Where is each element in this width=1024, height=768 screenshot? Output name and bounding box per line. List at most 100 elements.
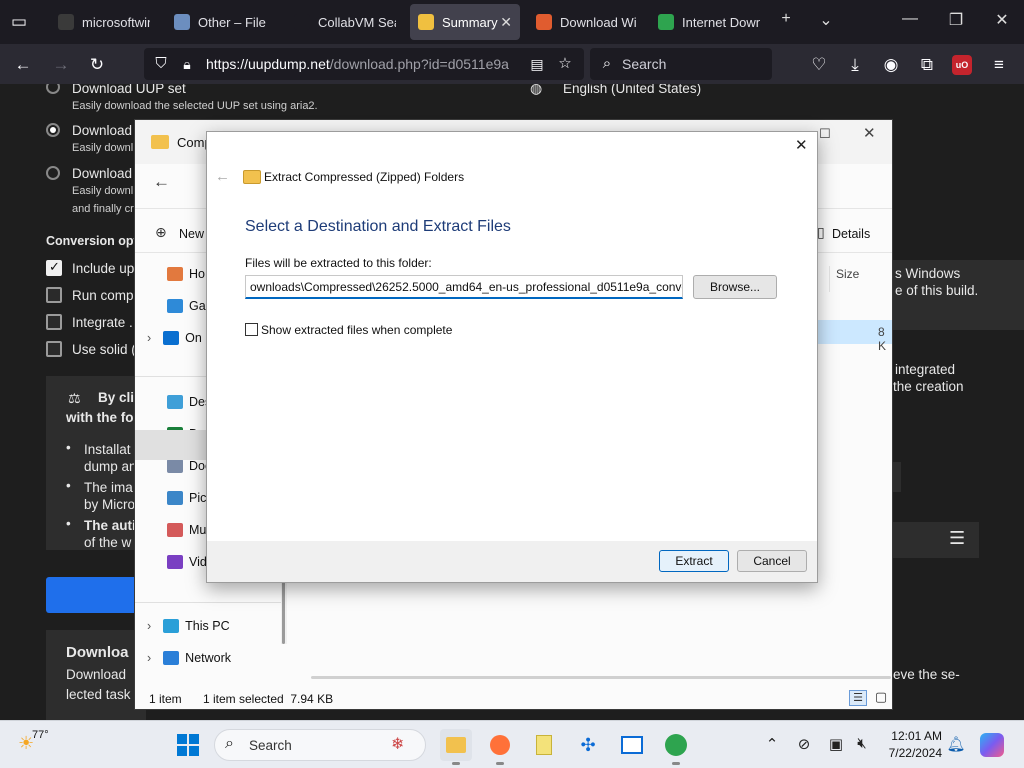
app-taskbar-icon[interactable]: ✣ (572, 729, 604, 761)
cancel-button[interactable]: Cancel (737, 550, 807, 572)
create-download-package-button[interactable] (46, 577, 146, 613)
nav-item-1[interactable]: Gal (167, 291, 208, 321)
maximize-button[interactable]: ❐ (944, 10, 968, 30)
new-tab-button[interactable]: + (774, 10, 798, 28)
browser-tab-4[interactable]: Download Win (528, 4, 644, 40)
nav-item-10[interactable]: › Network (147, 643, 231, 673)
url-bar[interactable]: ⛉ 🔒︎ https://uupdump.net/download.php?id… (144, 48, 584, 80)
right-text-4: the creation (893, 379, 964, 394)
explorer-details-button[interactable]: Details (832, 227, 870, 241)
taskbar-search-box[interactable]: ⌕ Search ❄ (214, 729, 426, 761)
browser-tab-5[interactable]: Internet Down (650, 4, 768, 40)
browser-tab-1[interactable]: Other – File D (166, 4, 278, 40)
back-arrow-icon[interactable]: ← (12, 54, 34, 76)
right-select-edge[interactable] (893, 462, 901, 492)
show-hidden-icons-chevron-icon[interactable]: ⌃ (762, 735, 782, 755)
dialog-footer: Extract Cancel (207, 541, 817, 582)
reader-view-icon[interactable]: ▤ (526, 53, 548, 75)
language-label: English (United States) (563, 84, 702, 96)
url-text[interactable]: https://uupdump.net/download.php?id=d051… (206, 56, 516, 72)
search-placeholder: Search (622, 56, 667, 72)
horizontal-scrollbar[interactable] (311, 676, 891, 679)
file-explorer-taskbar-icon[interactable] (440, 729, 472, 765)
radio-download-convert[interactable] (46, 123, 60, 137)
globe-icon: ◍ (530, 84, 543, 96)
nav-item-9[interactable]: › This PC (147, 611, 230, 641)
clock-time[interactable]: 12:01 AM (880, 729, 942, 743)
nav-item-2[interactable]: › On (147, 323, 202, 353)
reload-icon[interactable]: ↻ (86, 54, 108, 76)
file-row-selected[interactable]: 8 K (818, 320, 892, 353)
browser-tab-0[interactable]: microsoftwind (50, 4, 158, 40)
show-extracted-checkbox[interactable] (245, 323, 258, 336)
start-button[interactable] (172, 729, 204, 761)
pocket-icon[interactable]: ♡ (808, 54, 830, 76)
close-window-button[interactable]: ✕ (990, 10, 1014, 30)
expand-chevron-icon[interactable]: › (147, 651, 151, 665)
dialog-close-button[interactable]: ✕ (795, 136, 808, 154)
menu-hamburger-icon[interactable]: ≡ (988, 54, 1010, 76)
checkbox-use-solid-compression[interactable] (46, 341, 62, 357)
expand-chevron-icon[interactable]: › (147, 331, 151, 345)
display-icon[interactable]: ▣ (826, 735, 846, 755)
nav-item-8[interactable]: Vid (167, 547, 207, 577)
browser-tab-2[interactable]: CollabVM SearXNG (286, 4, 404, 40)
account-icon[interactable]: ◉ (880, 54, 902, 76)
search-bar[interactable]: ⌕ Search (590, 48, 772, 80)
option2-desc: Easily downl (72, 142, 134, 154)
ublock-icon[interactable]: uO (952, 55, 972, 75)
nav-item-3[interactable]: Des (167, 387, 211, 417)
nav-item-icon (167, 491, 183, 505)
shield-icon[interactable]: ⛉ (150, 53, 172, 75)
forward-arrow-icon[interactable]: → (50, 54, 72, 76)
downloads-icon[interactable]: ⤓ (844, 54, 866, 76)
destination-path-input[interactable]: ownloads\Compressed\26252.5000_amd64_en-… (245, 275, 683, 299)
size-column-header[interactable]: Size (836, 267, 859, 281)
minimize-button[interactable]: — (898, 10, 922, 28)
url-path: /download.php?id=d0511e9a (329, 56, 509, 72)
tiles-view-icon[interactable]: ▢ (873, 690, 889, 706)
new-plus-icon[interactable]: ⊕ (155, 224, 167, 241)
checkbox-integrate-netfx[interactable] (46, 314, 62, 330)
destination-path-text: ownloads\Compressed\26252.5000_amd64_en-… (250, 280, 683, 294)
dialog-back-arrow-icon[interactable]: ← (215, 168, 230, 185)
right-text-5: eve the se- (893, 667, 960, 682)
nav-item-0[interactable]: Ho (167, 259, 205, 289)
browse-button[interactable]: Browse... (693, 275, 777, 299)
clock-date[interactable]: 7/22/2024 (880, 746, 942, 760)
explorer-close-button[interactable]: ✕ (863, 124, 876, 142)
details-pane-icon[interactable]: ▯ (817, 224, 825, 241)
checkbox-run-component-cleanup[interactable] (46, 287, 62, 303)
folder-icon (446, 737, 466, 753)
details-view-icon[interactable]: ☰ (849, 690, 867, 706)
volume-muted-icon[interactable]: 🔇︎ (852, 735, 872, 755)
expand-chevron-icon[interactable]: › (147, 619, 151, 633)
copilot-icon[interactable] (980, 733, 1004, 757)
window-taskbar-icon[interactable] (616, 729, 648, 761)
list-view-toggle[interactable]: ☰ (893, 522, 979, 558)
firefox-taskbar-icon[interactable] (484, 729, 516, 765)
bookmark-star-icon[interactable]: ☆ (554, 53, 576, 75)
internet-download-manager-taskbar-icon[interactable] (660, 729, 692, 765)
browser-tab-3[interactable]: Summary ✕ (410, 4, 520, 40)
explorer-new-button[interactable]: New (179, 227, 204, 241)
explorer-maximize-button[interactable]: ☐ (819, 126, 831, 142)
tab-overview-icon[interactable]: ▭ (8, 11, 30, 33)
extract-button[interactable]: Extract (659, 550, 729, 572)
radio-download-set[interactable] (46, 84, 60, 94)
notepad-taskbar-icon[interactable] (528, 729, 560, 761)
network-disconnected-icon[interactable]: ⊘ (794, 735, 814, 755)
nav-item-6[interactable]: Pic (167, 483, 206, 513)
notification-bell-icon[interactable]: 🔔︎ (946, 735, 966, 755)
checkbox-include-updates[interactable] (46, 259, 62, 276)
radio-download-convert-updates[interactable] (46, 166, 60, 180)
column-divider[interactable] (829, 266, 830, 292)
extensions-icon[interactable]: ⧉ (916, 54, 938, 76)
nav-item-7[interactable]: Mu (167, 515, 206, 545)
explorer-back-icon[interactable]: ← (153, 172, 170, 192)
list-tabs-chevron-icon[interactable]: ⌄ (814, 10, 838, 30)
notepad-icon (536, 735, 552, 755)
lock-icon[interactable]: 🔒︎ (176, 53, 198, 75)
tab-close-icon[interactable]: ✕ (500, 14, 512, 31)
weather-temp[interactable]: 77° (32, 729, 49, 741)
